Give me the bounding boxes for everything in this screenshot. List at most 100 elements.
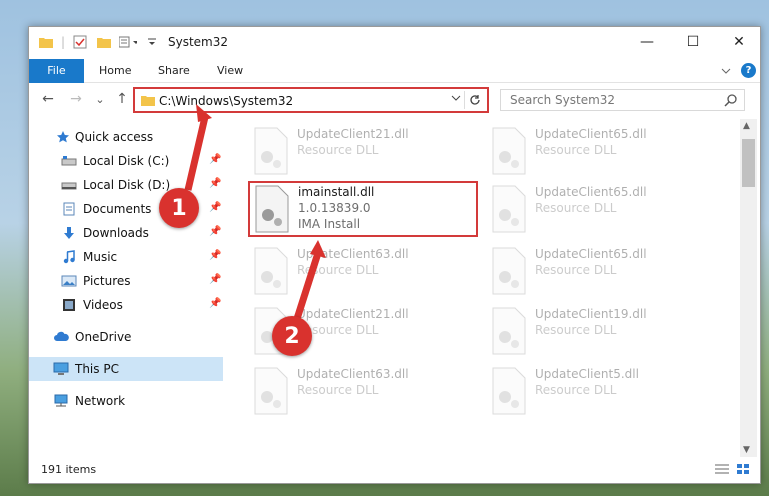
tab-file[interactable]: File	[29, 59, 84, 83]
pin-icon[interactable]: 📌	[209, 226, 221, 237]
file-explorer-window: | System32 — ☐ ✕ File Home Share View ? …	[28, 26, 761, 484]
scrollbar-thumb[interactable]	[742, 139, 755, 187]
sidebar-item-local-disk-d[interactable]: Local Disk (D:) 📌	[29, 173, 223, 197]
ribbon-controls: ?	[721, 63, 756, 78]
video-icon	[61, 297, 77, 313]
forward-button[interactable]: →	[67, 89, 85, 109]
file-description: Resource DLL	[535, 323, 617, 337]
folder-icon[interactable]	[37, 33, 55, 51]
sidebar-item-downloads[interactable]: Downloads 📌	[29, 221, 223, 245]
new-folder-icon[interactable]	[95, 33, 113, 51]
status-bar: 191 items	[29, 459, 760, 483]
sidebar-item-label: Local Disk (C:)	[83, 154, 170, 168]
sidebar-item-videos[interactable]: Videos 📌	[29, 293, 223, 317]
chevron-down-icon[interactable]	[721, 64, 731, 78]
navigation-bar: ← → ⌄ ↑ C:\Windows\System32 Search Syste…	[29, 85, 760, 115]
pin-icon[interactable]: 📌	[209, 274, 221, 285]
large-icons-view-icon[interactable]	[736, 463, 750, 478]
caption-buttons: — ☐ ✕	[624, 27, 760, 57]
up-button[interactable]: ↑	[113, 89, 131, 109]
sidebar-item-label: Pictures	[83, 274, 131, 288]
dll-file-icon	[492, 247, 526, 295]
chevron-down-icon[interactable]	[451, 94, 461, 105]
dll-file-icon	[254, 367, 288, 415]
file-tile[interactable]: UpdateClient21.dll Resource DLL	[249, 125, 479, 181]
music-icon	[61, 249, 77, 265]
address-bar[interactable]: C:\Windows\System32	[133, 87, 489, 113]
file-description: Resource DLL	[297, 383, 379, 397]
sidebar-item-onedrive[interactable]: OneDrive	[29, 325, 223, 349]
drive-icon	[61, 177, 77, 193]
sidebar-item-pictures[interactable]: Pictures 📌	[29, 269, 223, 293]
tab-share[interactable]: Share	[158, 59, 190, 83]
pin-icon[interactable]: 📌	[209, 298, 221, 309]
callout-badge-2: 2	[272, 316, 312, 356]
file-tile[interactable]: UpdateClient19.dll Resource DLL	[487, 305, 717, 361]
refresh-icon[interactable]	[464, 91, 484, 109]
file-tile[interactable]: UpdateClient65.dll Resource DLL	[487, 125, 717, 181]
file-tile[interactable]: UpdateClient65.dll Resource DLL	[487, 245, 717, 301]
details-view-icon[interactable]	[714, 463, 730, 478]
file-tile-selected[interactable]: imainstall.dll 1.0.13839.0 IMA Install	[248, 181, 478, 237]
pin-icon[interactable]: 📌	[209, 154, 221, 165]
file-description: Resource DLL	[535, 383, 617, 397]
dll-file-icon	[255, 185, 289, 233]
customize-toolbar-icon[interactable]	[119, 33, 138, 51]
file-tile[interactable]: UpdateClient5.dll Resource DLL	[487, 365, 717, 421]
sidebar-item-local-disk-c[interactable]: Local Disk (C:) 📌	[29, 149, 223, 173]
file-name: UpdateClient63.dll	[297, 247, 409, 261]
pin-icon[interactable]: 📌	[209, 178, 221, 189]
toolbar-dropdown-icon[interactable]	[143, 33, 161, 51]
sidebar-item-this-pc[interactable]: This PC	[29, 357, 223, 381]
ribbon-tabs: File Home Share View ?	[29, 59, 760, 83]
file-description: Resource DLL	[535, 263, 617, 277]
sidebar-item-music[interactable]: Music 📌	[29, 245, 223, 269]
file-name: imainstall.dll	[298, 185, 375, 199]
drive-icon	[61, 153, 77, 169]
address-path[interactable]: C:\Windows\System32	[159, 94, 293, 108]
file-description: Resource DLL	[535, 143, 617, 157]
pin-icon[interactable]: 📌	[209, 202, 221, 213]
file-tile[interactable]: UpdateClient63.dll Resource DLL	[249, 365, 479, 421]
dll-file-icon	[254, 127, 288, 175]
file-version: 1.0.13839.0	[298, 201, 371, 215]
file-name: UpdateClient63.dll	[297, 367, 409, 381]
folder-icon	[141, 94, 155, 109]
scroll-down-icon[interactable]: ▼	[743, 445, 750, 455]
dll-file-icon	[254, 247, 288, 295]
tab-home[interactable]: Home	[99, 59, 131, 83]
item-count: 191 items	[41, 463, 97, 476]
dll-file-icon	[492, 185, 526, 233]
sidebar-item-quick-access[interactable]: Quick access	[29, 125, 223, 149]
search-placeholder: Search System32	[510, 93, 616, 107]
properties-icon[interactable]	[71, 33, 89, 51]
pin-icon[interactable]: 📌	[209, 250, 221, 261]
sidebar-item-label: Local Disk (D:)	[83, 178, 171, 192]
tab-view[interactable]: View	[217, 59, 243, 83]
search-icon[interactable]	[724, 93, 738, 110]
minimize-button[interactable]: —	[624, 27, 670, 57]
file-description: Resource DLL	[297, 143, 379, 157]
search-box[interactable]: Search System32	[500, 89, 745, 111]
back-button[interactable]: ←	[39, 89, 57, 109]
network-icon	[53, 393, 69, 409]
window-title: System32	[168, 35, 229, 49]
sidebar-item-label: Documents	[83, 202, 152, 216]
help-icon[interactable]: ?	[741, 63, 756, 78]
file-name: UpdateClient19.dll	[535, 307, 647, 321]
maximize-button[interactable]: ☐	[670, 27, 716, 57]
sidebar-item-label: Music	[83, 250, 118, 264]
scroll-up-icon[interactable]: ▲	[743, 121, 750, 131]
cloud-icon	[53, 329, 69, 345]
file-tile[interactable]: UpdateClient65.dll Resource DLL	[487, 183, 717, 239]
sidebar-item-network[interactable]: Network	[29, 389, 223, 413]
close-button[interactable]: ✕	[716, 27, 760, 57]
file-tile[interactable]: UpdateClient63.dll Resource DLL	[249, 245, 479, 301]
vertical-scrollbar[interactable]: ▲ ▼	[740, 119, 757, 457]
file-name: UpdateClient65.dll	[535, 185, 647, 199]
quick-access-toolbar: |	[37, 33, 161, 51]
callout-badge-1: 1	[159, 188, 199, 228]
dll-file-icon	[492, 307, 526, 355]
sidebar-item-label: This PC	[75, 362, 119, 376]
recent-locations-button[interactable]: ⌄	[91, 89, 109, 109]
